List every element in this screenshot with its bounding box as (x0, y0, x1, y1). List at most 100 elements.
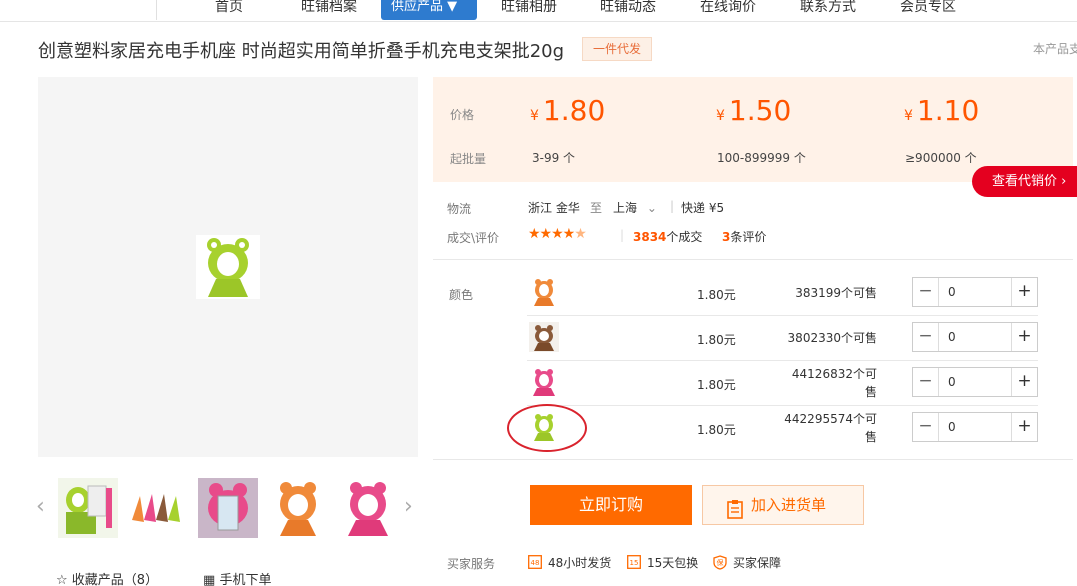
quantity-stepper[interactable]: −0 + (912, 367, 1038, 397)
minus-icon[interactable]: − (913, 278, 939, 306)
top-nav: 首页 旺铺档案 供应产品 ▼ 旺铺相册 旺铺动态 在线询价 联系方式 会员专区 (0, 0, 1077, 22)
price-tier-2: ¥1.50 (716, 94, 791, 127)
buyer-service-label: 买家服务 (447, 557, 496, 571)
qty-tier-1: 3-99 个 (532, 151, 576, 165)
price-value: 1.10 (916, 94, 980, 127)
deal-count[interactable]: 3834个成交 (633, 228, 702, 245)
ship-48h-icon: 48 (528, 555, 542, 572)
sku-thumb-brown[interactable] (529, 322, 559, 352)
sku-stock: 383199个可售 (777, 284, 877, 302)
main-product-image[interactable] (38, 77, 418, 457)
stock-line: 44126832个可 (791, 367, 877, 381)
buy-now-button[interactable]: 立即订购 (530, 485, 692, 525)
thumbnail-4[interactable] (268, 478, 328, 538)
nav-album[interactable]: 旺铺相册 (491, 0, 567, 20)
plus-icon[interactable]: + (1011, 368, 1037, 396)
quantity-stepper[interactable]: −0 + (912, 322, 1038, 352)
sku-price: 1.80元 (697, 378, 736, 392)
qty-label: 起批量 (450, 152, 487, 166)
price-tier-3: ¥1.10 (904, 94, 979, 127)
sku-price: 1.80元 (697, 333, 736, 347)
thumb-prev-icon[interactable]: ‹ (36, 494, 45, 519)
view-proxy-price-button[interactable]: 查看代销价 › (972, 166, 1077, 197)
service-guarantee: 保买家保障 (713, 554, 781, 573)
quantity-value[interactable]: 0 (948, 420, 956, 434)
mobile-order-label: 手机下单 (219, 573, 272, 586)
service-label: 48小时发货 (548, 556, 612, 570)
thumb-next-icon[interactable]: › (404, 494, 413, 519)
quantity-stepper[interactable]: −0 + (912, 277, 1038, 307)
favorite-label: 收藏产品（8） (71, 573, 159, 586)
ship-to-city: 上海 (613, 201, 638, 215)
plus-icon[interactable]: + (1011, 278, 1037, 306)
service-label: 买家保障 (733, 556, 782, 570)
nav-news[interactable]: 旺铺动态 (590, 0, 666, 20)
shield-icon: 保 (713, 554, 727, 573)
deal-count-suffix: 个成交 (666, 230, 703, 244)
phone-stand-image (196, 235, 260, 299)
logistics-label: 物流 (447, 202, 472, 216)
thumbnail-2[interactable] (128, 478, 188, 538)
divider: | (670, 199, 675, 213)
review-count-suffix: 条评价 (730, 230, 767, 244)
qrcode-icon: ▦ (203, 573, 216, 586)
nav-contact[interactable]: 联系方式 (790, 0, 866, 20)
svg-text:15: 15 (630, 559, 639, 567)
sku-thumb-orange[interactable] (529, 277, 559, 307)
deal-count-value: 3834 (633, 230, 667, 244)
quantity-value[interactable]: 0 (948, 330, 956, 344)
thumbnail-1[interactable] (58, 478, 118, 538)
chevron-down-icon: ⌄ (646, 201, 657, 215)
star-outline-icon: ☆ (56, 573, 68, 586)
price-value: 1.80 (542, 94, 606, 127)
quantity-value[interactable]: 0 (948, 375, 956, 389)
ship-to-word: 至 (590, 201, 603, 215)
row-divider (527, 360, 1038, 361)
color-label: 颜色 (449, 288, 474, 302)
sku-price: 1.80元 (697, 288, 736, 302)
sku-price: 1.80元 (697, 423, 736, 437)
ship-from: 浙江 金华 (528, 201, 580, 215)
stock-line: 383199个可售 (795, 286, 877, 300)
quantity-value[interactable]: 0 (948, 285, 956, 299)
row-divider (527, 315, 1038, 316)
nav-home[interactable]: 首页 (205, 0, 253, 20)
quantity-stepper[interactable]: −0 + (912, 412, 1038, 442)
price-value: 1.50 (728, 94, 792, 127)
nav-members[interactable]: 会员专区 (890, 0, 966, 20)
minus-icon[interactable]: − (913, 323, 939, 351)
qty-tier-2: 100-899999 个 (717, 151, 806, 165)
sku-thumb-pink[interactable] (529, 367, 559, 397)
shipping-method: 快递 ¥5 (681, 201, 725, 215)
currency-symbol: ¥ (716, 108, 725, 124)
nav-inquiry[interactable]: 在线询价 (690, 0, 766, 20)
price-label: 价格 (450, 108, 475, 122)
thumbnail-3[interactable] (198, 478, 258, 538)
divider: | (620, 228, 625, 242)
plus-icon[interactable]: + (1011, 323, 1037, 351)
currency-symbol: ¥ (904, 108, 913, 124)
favorite-product[interactable]: ☆ 收藏产品（8） (56, 569, 158, 586)
support-note: 本产品支 (1033, 42, 1077, 56)
plus-icon[interactable]: + (1011, 413, 1037, 441)
nav-supply-products[interactable]: 供应产品 ▼ (381, 0, 477, 20)
mobile-order[interactable]: ▦ 手机下单 (203, 569, 271, 586)
highlight-circle (507, 404, 587, 452)
section-divider (433, 259, 1073, 260)
service-48h: 48 48小时发货 (528, 554, 611, 572)
minus-icon[interactable]: − (913, 368, 939, 396)
clipboard-icon (727, 495, 743, 533)
nav-shop-profile[interactable]: 旺铺档案 (291, 0, 367, 20)
rating-stars-icon: ★★★★★ (528, 226, 587, 242)
product-title: 创意塑料家居充电手机座 时尚超实用简单折叠手机充电支架批20g (38, 41, 565, 62)
ship-to-select[interactable]: 上海 ⌄ (613, 199, 657, 216)
review-count[interactable]: 3条评价 (722, 228, 766, 245)
add-to-cart-button[interactable]: 加入进货单 (702, 485, 864, 525)
thumbnail-5[interactable] (338, 478, 398, 538)
minus-icon[interactable]: − (913, 413, 939, 441)
stock-line: 442295574个可 (784, 412, 877, 426)
svg-text:48: 48 (531, 559, 540, 567)
service-15day: 15 15天包换 (627, 554, 698, 572)
price-panel (433, 77, 1073, 182)
dropship-badge[interactable]: 一件代发 (582, 37, 653, 61)
